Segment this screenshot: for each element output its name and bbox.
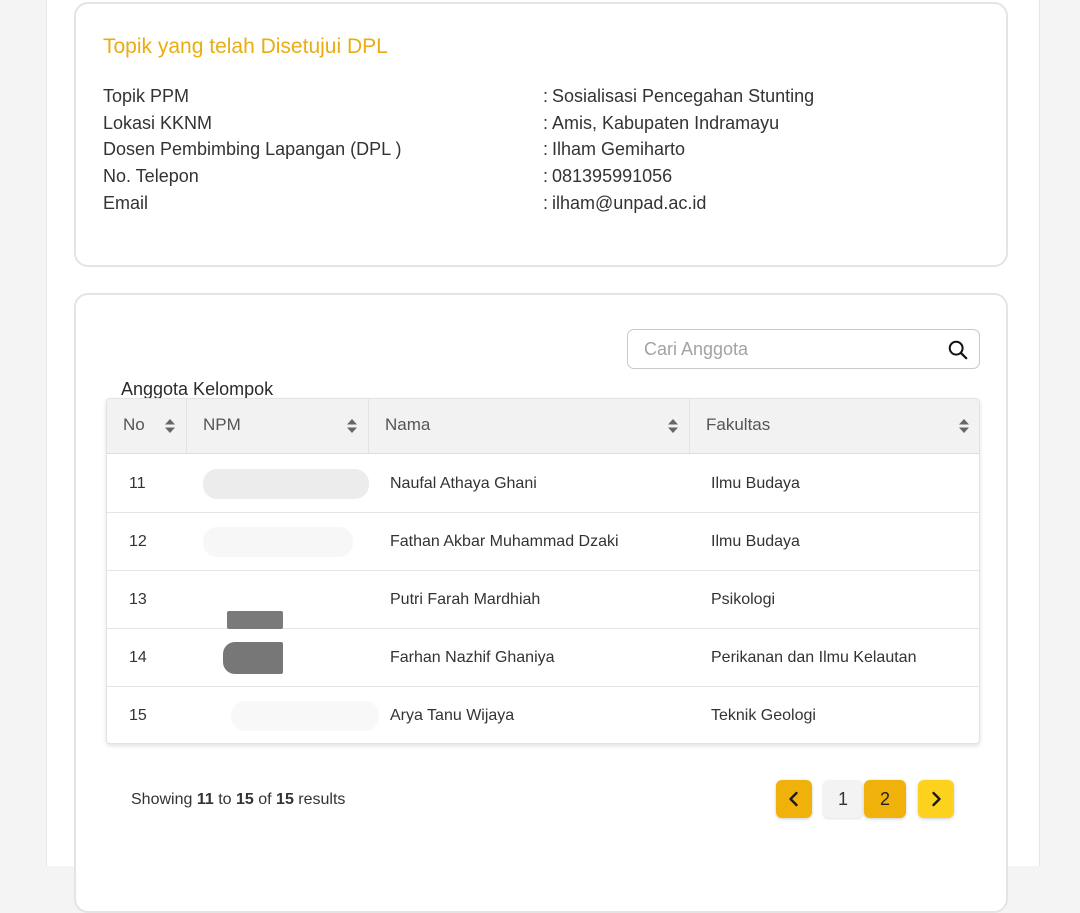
- sort-icon[interactable]: [958, 418, 970, 434]
- redacted-npm: [223, 642, 283, 674]
- page-button-2-current[interactable]: 2: [864, 780, 906, 818]
- location-value: Amis, Kabupaten Indramayu: [552, 113, 780, 133]
- column-header-label: Nama: [385, 415, 431, 434]
- info-value: : ilham@unpad.ac.id: [543, 193, 706, 214]
- colon: :: [543, 86, 549, 106]
- redacted-npm: [227, 611, 283, 629]
- section-label: Anggota Kelompok: [121, 379, 274, 399]
- colon: :: [543, 113, 549, 133]
- cell-npm: [187, 571, 369, 629]
- redacted-npm: [203, 527, 353, 557]
- cell-fakultas: Teknik Geologi: [711, 707, 816, 724]
- showing-label: Showing: [131, 791, 193, 808]
- range-to: 15: [236, 791, 254, 808]
- table-row: 12 Fathan Akbar Muhammad Dzaki Ilmu Buda…: [107, 513, 979, 571]
- of-label: of: [258, 791, 272, 808]
- email-value: ilham@unpad.ac.id: [552, 193, 707, 213]
- column-header-no[interactable]: No: [107, 399, 187, 453]
- cell-npm: [187, 629, 369, 686]
- results-label: results: [298, 791, 346, 808]
- cell-no: 12: [129, 533, 147, 550]
- info-value: : Amis, Kabupaten Indramayu: [543, 113, 779, 134]
- cell-nama: Arya Tanu Wijaya: [390, 707, 515, 724]
- search-input[interactable]: [638, 334, 940, 364]
- to-label: to: [218, 791, 232, 808]
- range-total: 15: [276, 791, 294, 808]
- table-row: 11 Naufal Athaya Ghani Ilmu Budaya: [107, 455, 979, 513]
- redacted-npm: [231, 701, 379, 731]
- cell-fakultas: Psikologi: [711, 591, 776, 608]
- column-header-npm[interactable]: NPM: [187, 399, 369, 453]
- approved-topic-card: Topik yang telah Disetujui DPL Topik PPM…: [74, 2, 1008, 267]
- supervisor-value: Ilham Gemiharto: [552, 139, 686, 159]
- sort-icon[interactable]: [346, 418, 358, 434]
- topic-value: Sosialisasi Pencegahan Stunting: [552, 86, 815, 106]
- group-members-card: Anggota Kelompok No NPM Nama Fakultas: [74, 293, 1008, 913]
- info-label: Dosen Pembimbing Lapangan (DPL ): [103, 139, 402, 159]
- colon: :: [543, 193, 549, 213]
- column-header-nama[interactable]: Nama: [369, 399, 690, 453]
- cell-npm: [187, 513, 369, 570]
- pagination-info: Showing 11 to 15 of 15 results: [131, 791, 345, 809]
- members-table: No NPM Nama Fakultas 11 Naufal Athaya Gh…: [106, 398, 980, 744]
- chevron-right-icon: [932, 791, 941, 807]
- cell-fakultas: Ilmu Budaya: [711, 533, 800, 550]
- chevron-left-icon: [789, 791, 798, 807]
- phone-value: 081395991056: [552, 166, 673, 186]
- column-header-fakultas[interactable]: Fakultas: [690, 399, 979, 453]
- table-row: 13 Putri Farah Mardhiah Psikologi: [107, 571, 979, 629]
- info-label: Email: [103, 193, 149, 213]
- search-box: [627, 329, 980, 369]
- column-header-label: NPM: [203, 415, 241, 434]
- cell-nama: Naufal Athaya Ghani: [390, 475, 537, 492]
- cell-npm: [187, 687, 379, 743]
- next-page-button[interactable]: [918, 780, 954, 818]
- range-from: 11: [196, 791, 214, 808]
- info-value: :081395991056: [543, 166, 672, 187]
- search-icon[interactable]: [947, 339, 969, 361]
- cell-no: 15: [129, 707, 147, 724]
- sort-icon[interactable]: [667, 418, 679, 434]
- colon: :: [543, 139, 549, 159]
- cell-fakultas: Perikanan dan Ilmu Kelautan: [711, 649, 917, 666]
- cell-nama: Fathan Akbar Muhammad Dzaki: [390, 533, 619, 550]
- page-button-1[interactable]: 1: [823, 780, 863, 818]
- column-header-label: Fakultas: [706, 415, 771, 434]
- approved-topic-title: Topik yang telah Disetujui DPL: [103, 35, 388, 58]
- table-header: No NPM Nama Fakultas: [107, 399, 979, 454]
- redacted-npm: [203, 469, 369, 499]
- cell-nama: Putri Farah Mardhiah: [390, 591, 541, 608]
- info-label: No. Telepon: [103, 166, 199, 186]
- previous-page-button[interactable]: [776, 780, 812, 818]
- column-header-label: No: [123, 415, 145, 434]
- page: Topik yang telah Disetujui DPL Topik PPM…: [46, 0, 1040, 913]
- table-row: 15 Arya Tanu Wijaya Teknik Geologi: [107, 687, 979, 743]
- info-value: : Sosialisasi Pencegahan Stunting: [543, 86, 814, 107]
- cell-no: 11: [129, 475, 146, 492]
- cell-no: 14: [129, 649, 147, 666]
- info-value: : Ilham Gemiharto: [543, 139, 685, 160]
- cell-no: 13: [129, 591, 147, 608]
- table-row: 14 Farhan Nazhif Ghaniya Perikanan dan I…: [107, 629, 979, 687]
- cell-nama: Farhan Nazhif Ghaniya: [390, 649, 555, 666]
- colon: :: [543, 166, 549, 186]
- cell-npm: [187, 455, 369, 512]
- info-label: Topik PPM: [103, 86, 190, 106]
- sort-icon[interactable]: [164, 418, 176, 434]
- cell-fakultas: Ilmu Budaya: [711, 475, 800, 492]
- info-label: Lokasi KKNM: [103, 113, 213, 133]
